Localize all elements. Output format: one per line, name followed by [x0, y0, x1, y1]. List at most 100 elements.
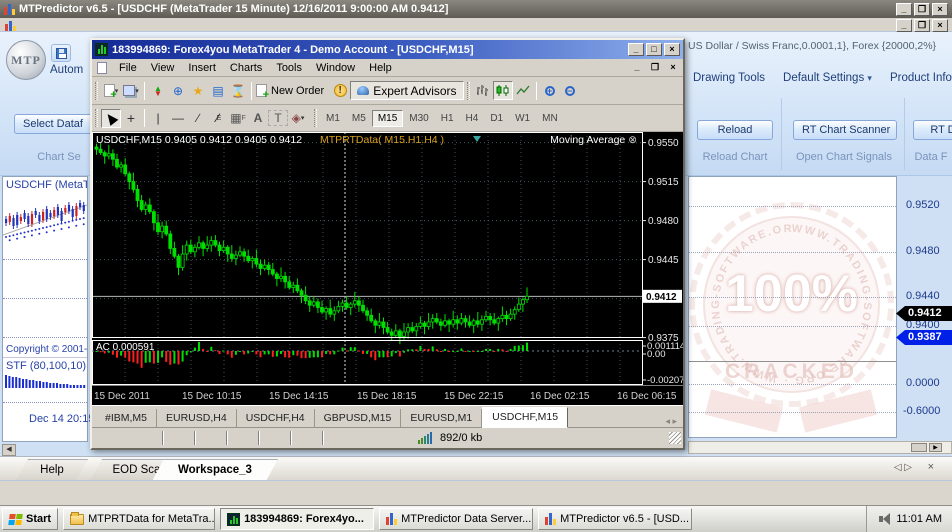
- horizontal-line-icon[interactable]: —: [168, 109, 188, 128]
- toolbar-grip[interactable]: [314, 109, 317, 127]
- mt4-maximize-button[interactable]: □: [646, 43, 662, 56]
- chart-tab-usdchf-h4[interactable]: USDCHF,H4: [237, 409, 315, 427]
- timeframe-h4[interactable]: H4: [460, 110, 485, 127]
- task-mtprtdata[interactable]: MTPRTData for MetaTra...: [63, 508, 215, 530]
- timeframe-mn[interactable]: MN: [536, 110, 564, 127]
- hscroll-right-arrow[interactable]: ▶: [929, 443, 942, 452]
- task-mt4[interactable]: 183994869: Forex4yo...: [220, 508, 374, 530]
- expert-advisors-button[interactable]: Expert Advisors: [350, 81, 463, 100]
- timeframe-d1[interactable]: D1: [484, 110, 509, 127]
- left-scroll-left-arrow[interactable]: ◀: [2, 444, 16, 456]
- task-mtp-data-server[interactable]: MTPredictor Data Server...: [379, 508, 533, 530]
- right-hscrollbar[interactable]: ▶: [688, 441, 952, 454]
- child-minimize-button[interactable]: _: [896, 19, 912, 32]
- bar-chart-icon[interactable]: [473, 81, 493, 100]
- fibonacci-icon[interactable]: ▦F: [228, 109, 248, 128]
- workspace-scroll-arrows[interactable]: ◁ ▷: [894, 462, 912, 473]
- channel-icon[interactable]: ∕∕E: [208, 109, 228, 128]
- mt4-title-bar[interactable]: 183994869: Forex4you MetaTrader 4 - Demo…: [92, 40, 683, 59]
- menu-window[interactable]: Window: [309, 60, 362, 76]
- mt4-close-button[interactable]: ×: [664, 43, 680, 56]
- crosshair-icon[interactable]: +: [121, 109, 141, 128]
- menu-file[interactable]: File: [112, 60, 144, 76]
- mtp-logo-button[interactable]: MTP: [6, 40, 46, 80]
- chart-tab-usdchf-m15[interactable]: USDCHF,M15: [482, 407, 568, 428]
- vertical-line-icon[interactable]: |: [148, 109, 168, 128]
- zoom-out-icon[interactable]: −: [560, 81, 580, 100]
- tab-help[interactable]: Help: [16, 459, 88, 481]
- minimize-button[interactable]: _: [896, 3, 912, 16]
- restore-button[interactable]: ❐: [914, 3, 930, 16]
- gridline: [689, 412, 897, 413]
- save-button[interactable]: [51, 44, 71, 62]
- strategy-tester-icon[interactable]: ⌛: [228, 81, 248, 100]
- task-mtpredictor[interactable]: MTPredictor v6.5 - [USD...: [538, 508, 692, 530]
- trendline-icon[interactable]: ∕: [188, 109, 208, 128]
- chart-tab-eurusd-m1[interactable]: EURUSD,M1: [401, 409, 482, 427]
- ask-price-tag: 0.9387: [896, 330, 952, 345]
- close-button[interactable]: ×: [932, 3, 948, 16]
- arrows-icon[interactable]: ◈▾: [288, 109, 308, 128]
- timeframe-m15[interactable]: M15: [372, 110, 403, 127]
- chart-ea-label: MTPRTData( M15.H1.H4 ): [292, 134, 472, 146]
- reload-button[interactable]: Reload: [697, 120, 773, 140]
- menu-charts[interactable]: Charts: [223, 60, 269, 76]
- zoom-in-icon[interactable]: +: [540, 81, 560, 100]
- timeframe-w1[interactable]: W1: [509, 110, 536, 127]
- rt-chart-scanner-button[interactable]: RT Chart Scanner: [793, 120, 897, 140]
- chart-minimize-button[interactable]: _: [629, 61, 645, 74]
- indicator-close-icon[interactable]: ⊗: [628, 134, 637, 146]
- nav-default-settings[interactable]: Default Settings ▾: [783, 72, 872, 84]
- start-button[interactable]: Start: [2, 508, 58, 530]
- svg-text:16 Dec 02:15: 16 Dec 02:15: [530, 391, 590, 402]
- chart-restore-button[interactable]: ❐: [647, 61, 663, 74]
- favorites-icon[interactable]: ★: [188, 81, 208, 100]
- new-order-button[interactable]: New Order: [268, 85, 330, 97]
- new-chart-icon[interactable]: +▾: [101, 81, 121, 100]
- menu-view[interactable]: View: [144, 60, 182, 76]
- svg-text:15 Dec 14:15: 15 Dec 14:15: [269, 391, 329, 402]
- tab-workspace3[interactable]: Workspace_3: [152, 459, 278, 481]
- volume-icon[interactable]: [879, 513, 890, 525]
- chart-close-button[interactable]: ×: [665, 61, 681, 74]
- resize-grip[interactable]: [669, 432, 681, 444]
- market-watch-icon[interactable]: ▲▼: [148, 81, 168, 100]
- mt4-minimize-button[interactable]: _: [628, 43, 644, 56]
- navigator-icon[interactable]: ⊕: [168, 81, 188, 100]
- profiles-icon[interactable]: ▾: [121, 81, 141, 100]
- timeframe-h1[interactable]: H1: [435, 110, 460, 127]
- chart-tab-gbpusd-m15[interactable]: GBPUSD,M15: [315, 409, 402, 427]
- timeframe-m1[interactable]: M1: [320, 110, 346, 127]
- chevron-down-icon: ▾: [867, 73, 872, 83]
- tab-scroll-arrows[interactable]: ◂ ▸: [659, 416, 683, 427]
- connection-bars-icon: [418, 432, 432, 444]
- mt4-price-chart[interactable]: 0.95500.95150.94800.94450.93750.94120.00…: [92, 132, 683, 405]
- rt-data-button[interactable]: RT D: [913, 120, 952, 140]
- chart-tab-ibm[interactable]: #IBM,M5: [96, 409, 157, 427]
- terminal-icon[interactable]: ▤: [208, 81, 228, 100]
- alert-icon[interactable]: !: [330, 81, 350, 100]
- timeframe-m5[interactable]: M5: [346, 110, 372, 127]
- timeframe-m30[interactable]: M30: [403, 110, 434, 127]
- text-icon[interactable]: A: [248, 109, 268, 128]
- child-close-button[interactable]: ×: [932, 19, 948, 32]
- gridline: [689, 297, 897, 298]
- workspace-close-icon[interactable]: ×: [928, 461, 934, 473]
- cursor-icon[interactable]: [101, 109, 121, 128]
- chart-tab-eurusd-h4[interactable]: EURUSD,H4: [157, 409, 237, 427]
- candlestick-chart-icon[interactable]: [493, 81, 513, 100]
- text-label-icon[interactable]: T: [268, 110, 288, 126]
- menu-insert[interactable]: Insert: [181, 60, 223, 76]
- toolbar-grip[interactable]: [95, 82, 98, 100]
- toolbar-grip[interactable]: [467, 82, 470, 100]
- nav-product-info[interactable]: Product Info: [890, 72, 952, 84]
- child-restore-button[interactable]: ❐: [914, 19, 930, 32]
- menu-help[interactable]: Help: [362, 60, 399, 76]
- line-chart-icon[interactable]: [513, 81, 533, 100]
- toolbar-grip[interactable]: [95, 109, 98, 127]
- hscroll-thumb[interactable]: [911, 443, 927, 452]
- chart-ohlc-header: USDCHF,M15 0.9405 0.9412 0.9405 0.9412: [96, 134, 302, 146]
- nav-drawing-tools[interactable]: Drawing Tools: [693, 72, 765, 84]
- windows-logo-icon: [8, 514, 23, 525]
- menu-tools[interactable]: Tools: [269, 60, 309, 76]
